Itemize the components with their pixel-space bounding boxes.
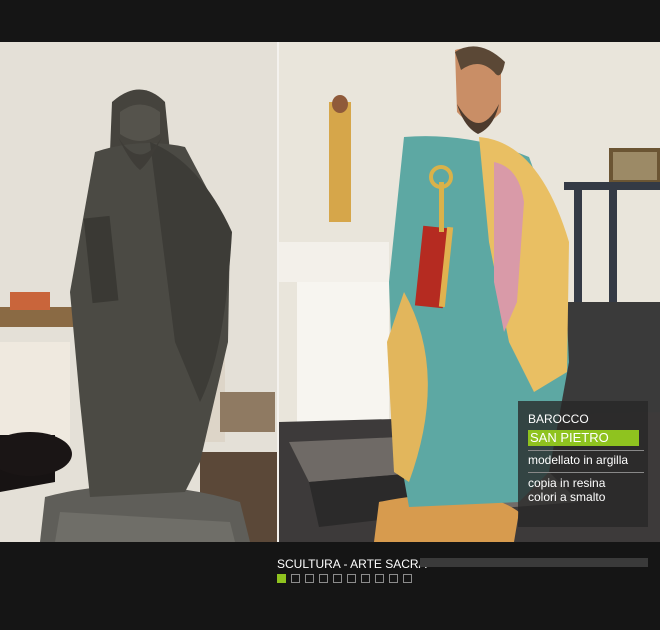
artwork-info-panel: BAROCCO SAN PIETRO modellato in argilla … xyxy=(518,401,648,527)
page-dot-10[interactable] xyxy=(403,574,412,583)
artwork-title: SAN PIETRO xyxy=(528,430,639,446)
page-dot-7[interactable] xyxy=(361,574,370,583)
finish-line: colori a smalto xyxy=(528,490,606,504)
technique-line: modellato in argilla xyxy=(528,453,629,467)
info-separator xyxy=(528,472,644,473)
gallery-pager xyxy=(277,574,412,583)
top-bar xyxy=(0,0,660,42)
info-separator xyxy=(528,450,644,451)
page-dot-6[interactable] xyxy=(347,574,356,583)
progress-bar xyxy=(420,558,648,567)
style-label: BAROCCO xyxy=(528,412,589,426)
footer xyxy=(0,542,660,630)
page-dot-8[interactable] xyxy=(375,574,384,583)
page-dot-5[interactable] xyxy=(333,574,342,583)
gallery-stage: BAROCCO SAN PIETRO modellato in argilla … xyxy=(0,42,660,542)
page-dot-1[interactable] xyxy=(277,574,286,583)
page-dot-9[interactable] xyxy=(389,574,398,583)
category-title: SCULTURA - ARTE SACRA xyxy=(277,557,427,571)
clay-statue-image xyxy=(0,42,277,542)
page-dot-3[interactable] xyxy=(305,574,314,583)
page-dot-4[interactable] xyxy=(319,574,328,583)
painted-statue-photo: BAROCCO SAN PIETRO modellato in argilla … xyxy=(279,42,660,542)
clay-statue-photo xyxy=(0,42,277,542)
material-line: copia in resina xyxy=(528,476,606,490)
page-dot-2[interactable] xyxy=(291,574,300,583)
